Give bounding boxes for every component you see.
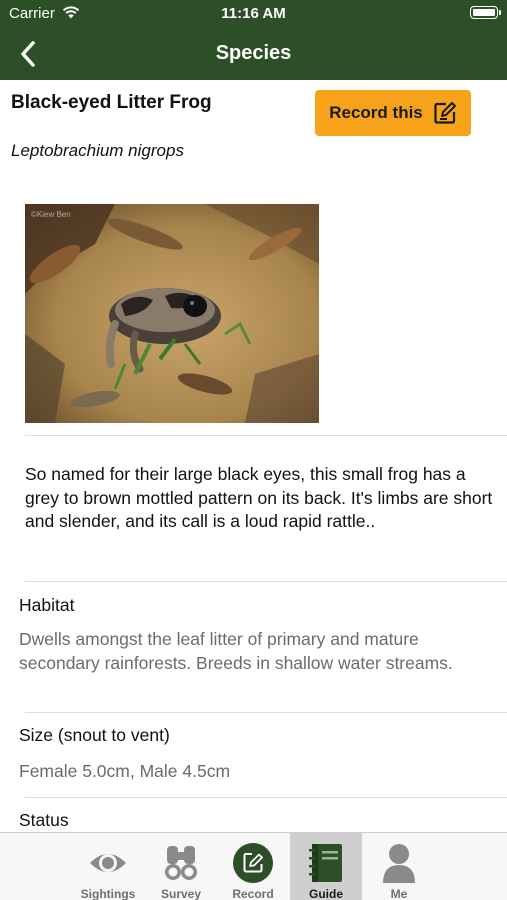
top-bar: Carrier 11:16 AM Species (0, 0, 507, 80)
divider (25, 435, 507, 436)
tab-me[interactable]: Me (363, 833, 435, 900)
record-button-label: Record this (329, 103, 423, 122)
binoculars-icon (161, 843, 201, 883)
species-description: So named for their large black eyes, thi… (25, 464, 493, 531)
record-icon (233, 843, 273, 883)
tab-record[interactable]: Record (217, 833, 289, 900)
tab-survey[interactable]: Survey (145, 833, 217, 900)
status-label: Status (19, 810, 69, 830)
tab-label: Me (390, 887, 408, 900)
tab-label: Survey (160, 887, 202, 900)
species-scientific-name: Leptobrachium nigrops (11, 141, 184, 160)
size-label: Size (snout to vent) (19, 725, 170, 745)
record-this-button[interactable]: Record this (315, 90, 471, 136)
frog-photo-image (25, 204, 319, 423)
eye-icon (88, 843, 128, 883)
tab-label: Sightings (80, 887, 136, 900)
habitat-value: Dwells amongst the leaf litter of primar… (19, 629, 453, 673)
page-title: Species (215, 42, 292, 64)
book-icon (306, 843, 346, 883)
size-value: Female 5.0cm, Male 4.5cm (19, 761, 231, 781)
tab-label: Record (232, 887, 274, 900)
edit-icon (434, 102, 456, 124)
species-common-name: Black-eyed Litter Frog (11, 92, 212, 113)
habitat-label: Habitat (19, 595, 75, 615)
divider (25, 712, 507, 713)
clock: 11:16 AM (221, 5, 286, 22)
nav-bar: Species (0, 30, 507, 76)
tab-label: Guide (308, 887, 343, 900)
battery-icon (470, 6, 501, 19)
divider (25, 797, 507, 798)
divider (25, 581, 507, 582)
species-detail[interactable]: Black-eyed Litter Frog Record this Lepto… (0, 80, 507, 832)
tab-sightings[interactable]: Sightings (72, 833, 144, 900)
tab-bar: Sightings Survey Record Guide Me (0, 832, 507, 900)
photo-watermark: ©Kiew Ben (31, 210, 71, 219)
person-icon (379, 843, 419, 883)
status-bar: Carrier 11:16 AM (0, 0, 507, 28)
species-photo: ©Kiew Ben (25, 204, 319, 423)
tab-guide[interactable]: Guide (290, 833, 362, 900)
